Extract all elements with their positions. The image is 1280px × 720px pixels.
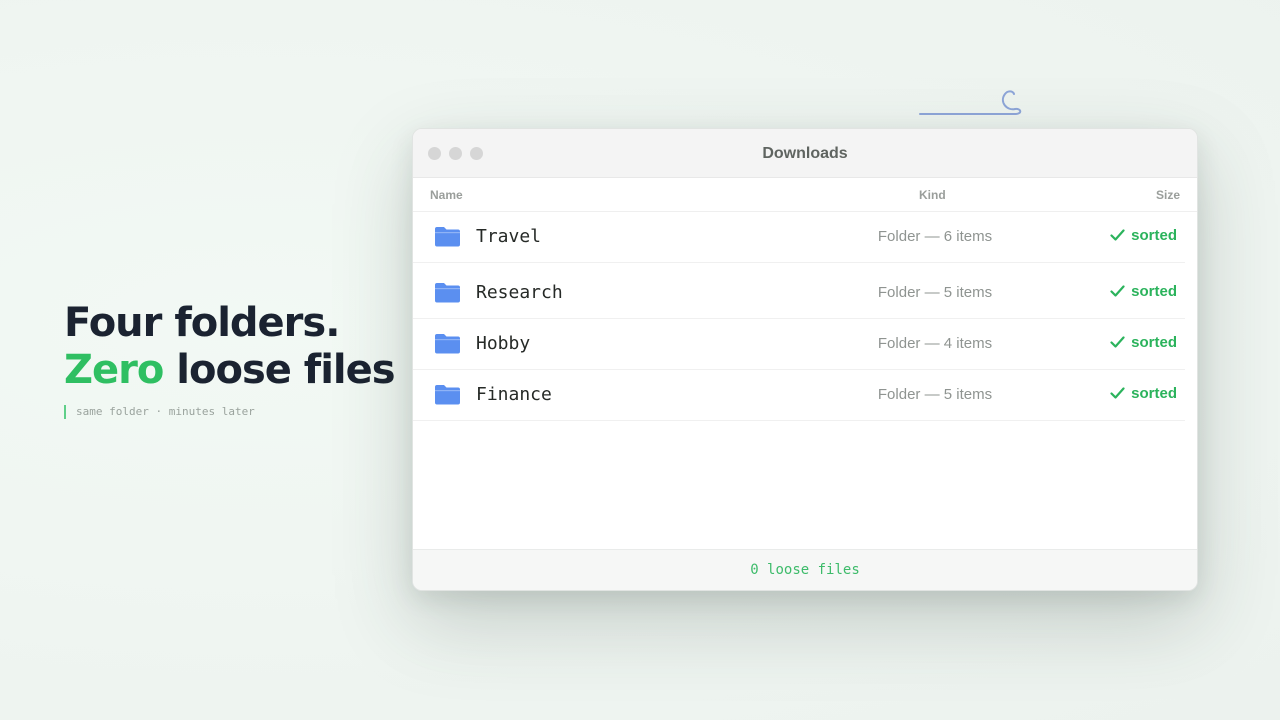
column-header-name[interactable]: Name bbox=[430, 188, 463, 202]
subline: same folder · minutes later bbox=[64, 405, 255, 419]
headline: Four folders. Zero loose files bbox=[64, 300, 396, 394]
headline-accent: Zero bbox=[64, 347, 164, 393]
file-name: Finance bbox=[476, 384, 552, 405]
titlebar: Downloads bbox=[413, 129, 1197, 178]
file-kind: Folder — 6 items bbox=[877, 228, 993, 245]
column-header: Name Kind Size bbox=[413, 178, 1197, 212]
checkmark-icon bbox=[1110, 229, 1125, 241]
file-row-research[interactable]: Research Folder — 5 items sorted bbox=[413, 268, 1185, 319]
headline-line-2-rest: loose files bbox=[163, 347, 395, 393]
headline-line-1: Four folders. bbox=[64, 300, 340, 346]
checkmark-icon bbox=[1110, 387, 1125, 399]
status-bar: 0 loose files bbox=[413, 549, 1197, 590]
column-header-size[interactable]: Size bbox=[1156, 188, 1180, 202]
file-row-finance[interactable]: Finance Folder — 5 items sorted bbox=[413, 370, 1185, 421]
status-badge: sorted bbox=[1110, 227, 1177, 244]
file-name: Research bbox=[476, 282, 563, 303]
file-kind: Folder — 5 items bbox=[877, 284, 993, 301]
cursor-trail-icon bbox=[919, 90, 1022, 115]
status-label: sorted bbox=[1131, 385, 1177, 402]
status-label: sorted bbox=[1131, 227, 1177, 244]
file-kind: Folder — 5 items bbox=[877, 386, 993, 403]
folder-icon bbox=[435, 283, 460, 303]
folder-icon bbox=[435, 385, 460, 405]
file-kind: Folder — 4 items bbox=[877, 335, 993, 352]
file-name: Hobby bbox=[476, 333, 531, 354]
folder-icon bbox=[435, 334, 460, 354]
status-badge: sorted bbox=[1110, 334, 1177, 351]
column-header-kind[interactable]: Kind bbox=[919, 188, 946, 202]
file-name: Travel bbox=[476, 226, 542, 247]
file-row-travel[interactable]: Travel Folder — 6 items sorted bbox=[413, 212, 1185, 263]
status-label: sorted bbox=[1131, 334, 1177, 351]
file-row-hobby[interactable]: Hobby Folder — 4 items sorted bbox=[413, 319, 1185, 370]
folder-icon bbox=[435, 227, 460, 247]
checkmark-icon bbox=[1110, 285, 1125, 297]
status-badge: sorted bbox=[1110, 283, 1177, 300]
finder-window: Downloads Name Kind Size Travel Folder —… bbox=[412, 128, 1198, 591]
headline-line-2: Zero loose files bbox=[64, 347, 396, 394]
checkmark-icon bbox=[1110, 336, 1125, 348]
status-label: sorted bbox=[1131, 283, 1177, 300]
status-badge: sorted bbox=[1110, 385, 1177, 402]
window-title: Downloads bbox=[762, 145, 848, 162]
